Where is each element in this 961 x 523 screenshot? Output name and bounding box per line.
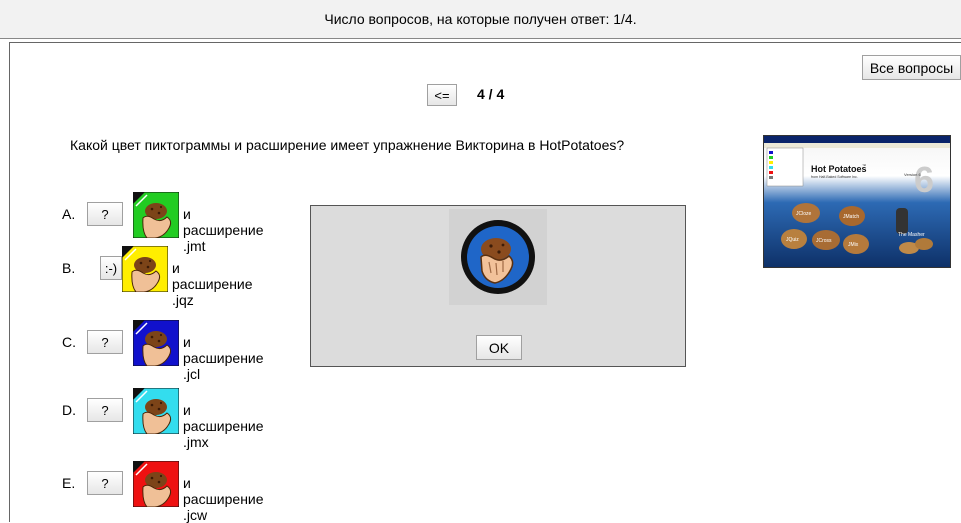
- answer-letter: E.: [62, 475, 76, 491]
- previous-question-button[interactable]: <=: [427, 84, 457, 106]
- all-questions-button[interactable]: Все вопросы: [862, 55, 961, 80]
- screenshot-potato-label: JMatch: [843, 214, 859, 220]
- potato-hand-icon: [132, 387, 180, 435]
- screenshot-version: Version 6: [904, 172, 921, 177]
- feedback-logo-area: [449, 209, 547, 305]
- screenshot-big-number: 6: [914, 159, 934, 200]
- screenshot-potato-label: JCloze: [796, 211, 812, 217]
- answer-letter: B.: [62, 260, 76, 276]
- answer-check-button[interactable]: ?: [87, 330, 123, 354]
- screenshot-subtitle: from Half-Baked Software Inc.: [811, 175, 858, 179]
- hotpotatoes-screenshot: 6 Hot Potatoes ™ from Half-Baked Softwar…: [763, 135, 951, 268]
- answer-check-button[interactable]: :-): [100, 256, 122, 280]
- answer-text: и расширение .jqz: [172, 260, 253, 308]
- answer-text: и расширение .jcw: [183, 475, 264, 523]
- answer-letter: C.: [62, 334, 76, 350]
- ok-button[interactable]: OK: [476, 335, 522, 360]
- potato-hand-icon: [132, 460, 180, 508]
- screenshot-title: Hot Potatoes: [811, 164, 867, 174]
- screenshot-potato-label: The Masher: [898, 232, 925, 238]
- answer-text: и расширение .jcl: [183, 334, 264, 382]
- answer-check-button[interactable]: ?: [87, 202, 123, 226]
- feedback-dialog: OK: [310, 205, 686, 367]
- answer-check-button[interactable]: ?: [87, 471, 123, 495]
- status-text: Число вопросов, на которые получен ответ…: [324, 11, 637, 27]
- answer-letter: D.: [62, 402, 76, 418]
- screenshot-potato-label: JMix: [848, 242, 859, 248]
- question-counter: 4 / 4: [477, 86, 505, 102]
- screenshot-potato-label: JQuiz: [786, 237, 799, 243]
- answer-check-button[interactable]: ?: [87, 398, 123, 422]
- status-bar: Число вопросов, на которые получен ответ…: [0, 0, 961, 39]
- question-text: Какой цвет пиктограммы и расширение имее…: [70, 137, 625, 153]
- hotpotatoes-logo-icon: [461, 220, 535, 294]
- answer-letter: A.: [62, 206, 76, 222]
- screenshot-potato-label: JCross: [816, 238, 832, 244]
- potato-hand-icon: [132, 319, 180, 367]
- screenshot-trademark: ™: [862, 163, 866, 168]
- answer-text: и расширение .jmx: [183, 402, 264, 450]
- answer-text: и расширение .jmt: [183, 206, 264, 254]
- potato-hand-icon: [121, 245, 169, 293]
- potato-hand-icon: [132, 191, 180, 239]
